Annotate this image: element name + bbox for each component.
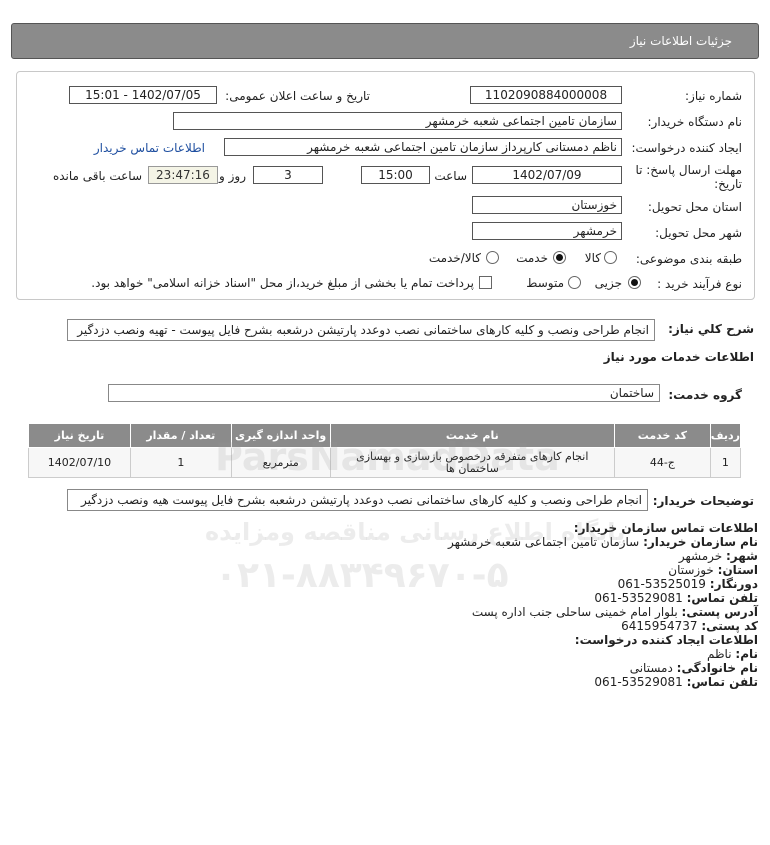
category-option-service: خدمت <box>516 251 548 265</box>
category-option-goods-service: کالا/خدمت <box>428 251 481 265</box>
table-header-row: رديف کد خدمت نام خدمت واحد اندازه گیری ت… <box>28 423 742 448</box>
remaining-label: ساعت باقی مانده <box>52 169 142 183</box>
deadline-label: مهلت ارسال پاسخ: تا <box>635 163 742 177</box>
services-table: رديف کد خدمت نام خدمت واحد اندازه گیری ت… <box>28 423 742 478</box>
remaining-time-field: 23:47:16 <box>148 166 218 184</box>
announce-field: 1402/07/05 - 15:01 <box>69 86 217 104</box>
category-radio-goods-service[interactable] <box>486 251 499 264</box>
contact-org-name: نام سازمان خریدار: سازمان تامین اجتماعی … <box>448 535 758 549</box>
buyer-contact-link[interactable]: اطلاعات تماس خریدار <box>94 141 205 155</box>
col-date: تاريخ نياز <box>28 423 131 448</box>
process-radio-minor[interactable] <box>628 276 641 289</box>
days-label: روز و <box>219 169 246 183</box>
deadline-time-label: ساعت <box>434 169 467 183</box>
summary-label: شرح کلي نياز: <box>668 322 754 336</box>
page-title: جزئیات اطلاعات نیاز <box>629 34 732 48</box>
contact-address: آدرس پستی: بلوار امام خمینی ساحلی جنب اد… <box>471 605 758 619</box>
buyer-notes-field: انجام طراحی ونصب و کلیه کارهای ساختمانی … <box>67 489 648 511</box>
contact-city: شهر: خرمشهر <box>678 549 758 563</box>
province-label: استان محل تحویل: <box>647 200 742 214</box>
col-unit: واحد اندازه گیری <box>230 423 331 448</box>
col-name: نام خدمت <box>329 423 615 448</box>
contact-creator-heading: اطلاعات ایجاد کننده درخواست: <box>574 633 758 647</box>
contact-creator-phone: تلفن تماس: 061-53529081 <box>594 675 758 689</box>
contact-fax: دورنگار: 061-53525019 <box>617 577 758 591</box>
col-index: رديف <box>709 423 742 448</box>
row-index: 1 <box>709 447 742 478</box>
city-label: شهر محل تحویل: <box>655 226 742 240</box>
buyer-notes-label: توضیحات خریدار: <box>652 494 754 508</box>
summary-field: انجام طراحی ونصب و کلیه کارهای ساختمانی … <box>67 319 655 341</box>
deadline-time-field: 15:00 <box>361 166 430 184</box>
days-field: 3 <box>253 166 323 184</box>
contact-first-name: نام: ناظم <box>707 647 758 661</box>
contact-phone: تلفن تماس: 061-53529081 <box>594 591 758 605</box>
process-option-medium: متوسط <box>526 276 564 290</box>
table-row: 1 ج-44 انجام کارهای متفرقه درخصوص بازساز… <box>28 447 742 478</box>
category-radio-goods[interactable] <box>604 251 617 264</box>
city-field: خرمشهر <box>472 222 622 240</box>
treasury-note: پرداخت تمام یا بخشی از مبلغ خرید،از محل … <box>91 276 474 290</box>
deadline-date-label: تاریخ: <box>714 177 742 191</box>
buyer-org-label: نام دستگاه خریدار: <box>647 115 743 129</box>
creator-field: ناظم دمستانی کارپرداز سازمان تامین اجتما… <box>224 138 622 156</box>
process-option-minor: جزیی <box>594 276 622 290</box>
row-name: انجام کارهای متفرقه درخصوص بازسازی و بهس… <box>329 447 615 478</box>
row-date: 1402/07/10 <box>28 447 131 478</box>
creator-label: ایجاد کننده درخواست: <box>631 141 742 155</box>
category-radio-service[interactable] <box>553 251 566 264</box>
contact-org-heading: اطلاعات تماس سازمان خریدار: <box>573 521 758 535</box>
page-header: جزئیات اطلاعات نیاز <box>11 23 759 59</box>
watermark-line2: ۰۲۱-۸۸۳۴۹۶۷۰-۵ <box>215 555 509 596</box>
category-label: طبقه بندی موضوعی: <box>635 252 742 266</box>
province-field: خوزستان <box>472 196 622 214</box>
need-number-label: شماره نیاز: <box>685 89 742 103</box>
need-number-field: 1102090884000008 <box>470 86 622 104</box>
category-option-goods: کالا <box>584 251 601 265</box>
col-code: کد خدمت <box>613 423 711 448</box>
process-label: نوع فرآیند خرید : <box>657 277 742 291</box>
row-code: ج-44 <box>613 447 711 478</box>
row-qty: 1 <box>129 447 232 478</box>
treasury-checkbox[interactable] <box>479 276 492 289</box>
services-section-title: اطلاعات خدمات مورد نياز <box>603 350 754 364</box>
deadline-date-field: 1402/07/09 <box>472 166 622 184</box>
col-qty: تعداد / مقدار <box>129 423 232 448</box>
service-group-field: ساختمان <box>108 384 660 402</box>
contact-postal: کد پستی: 6415954737 <box>621 619 758 633</box>
announce-label: تاریخ و ساعت اعلان عمومی: <box>225 89 370 103</box>
buyer-org-field: سازمان تامین اجتماعی شعبه خرمشهر <box>173 112 622 130</box>
contact-province: استان: خوزستان <box>668 563 758 577</box>
row-unit: مترمربع <box>230 447 331 478</box>
service-group-label: گروه خدمت: <box>668 388 742 402</box>
contact-last-name: نام خانوادگی: دمستانی <box>629 661 758 675</box>
process-radio-medium[interactable] <box>568 276 581 289</box>
